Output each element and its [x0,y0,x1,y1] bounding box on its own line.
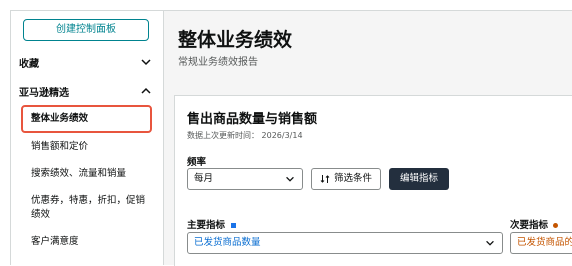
secondary-metric-value: 已发货商品的 [517,237,572,248]
chevron-down-icon [486,240,494,246]
primary-metric-label: 主要指标 [187,217,237,231]
app-frame: 创建控制面板 收藏 亚马逊精选 整体业务绩效 销售额和定价 搜索绩效、流量和销量… [10,10,572,266]
amazon-selection-label: 亚马逊精选 [19,88,69,99]
page-title: 整体业务绩效 [178,29,293,51]
sidebar-item-promotions[interactable]: 优惠券，特惠，折扣，促销绩效 [31,194,153,222]
chevron-up-icon[interactable] [139,84,153,98]
favorites-label: 收藏 [19,59,39,70]
frequency-value: 每月 [194,173,214,184]
chevron-down-icon [286,176,294,182]
metrics-card: 售出商品数量与销售额 数据上次更新时间： 2026/3/14 频率 每月 筛选条… [174,95,572,266]
primary-dot-icon [231,223,237,228]
create-dashboard-button[interactable]: 创建控制面板 [23,19,149,41]
card-title: 售出商品数量与销售额 [187,112,318,127]
sort-arrows-icon [320,175,330,183]
sidebar-item-search-traffic[interactable]: 搜索绩效、流量和销量 [31,167,153,181]
page-subtitle: 常规业务绩效报告 [178,57,258,68]
secondary-dot-icon [553,223,559,228]
amazon-selection-section[interactable]: 亚马逊精选 [19,84,69,99]
frequency-label: 频率 [187,157,207,168]
primary-metric-select[interactable]: 已发货商品数量 [187,232,503,254]
main-content: 整体业务绩效 常规业务绩效报告 售出商品数量与销售额 数据上次更新时间： 202… [164,11,572,266]
primary-metric-label-text: 主要指标 [187,220,226,231]
sidebar-item-sales-pricing[interactable]: 销售额和定价 [31,140,153,154]
sidebar: 创建控制面板 收藏 亚马逊精选 整体业务绩效 销售额和定价 搜索绩效、流量和销量… [11,11,164,265]
sidebar-item-customer-satisfaction[interactable]: 客户满意度 [31,235,153,249]
last-updated: 数据上次更新时间： 2026/3/14 [187,131,303,140]
primary-metric-value: 已发货商品数量 [194,237,261,248]
secondary-metric-label: 次要指标 [510,217,559,231]
edit-metrics-button[interactable]: 编辑指标 [389,168,449,190]
highlight-box [21,105,152,133]
chevron-down-icon[interactable] [139,55,153,69]
filter-button[interactable]: 筛选条件 [311,168,381,190]
secondary-metric-label-text: 次要指标 [510,220,549,231]
secondary-metric-select[interactable]: 已发货商品的 [510,232,572,254]
frequency-select[interactable]: 每月 [187,168,303,190]
favorites-section[interactable]: 收藏 [19,55,39,70]
